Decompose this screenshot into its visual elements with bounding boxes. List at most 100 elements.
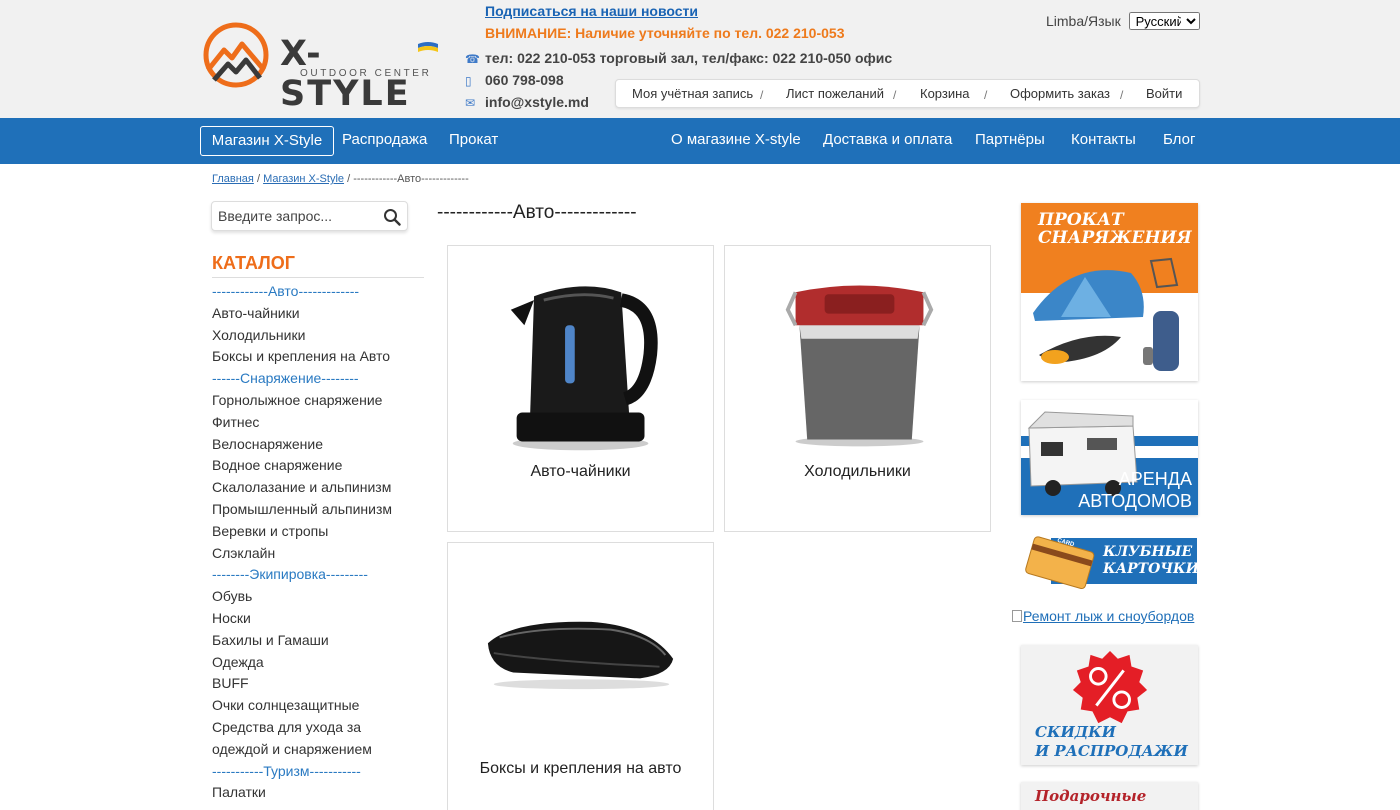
catalog-item[interactable]: Слэклайн xyxy=(212,543,427,565)
mobile-text: 060 798-098 xyxy=(485,72,564,88)
breadcrumb-home[interactable]: Главная xyxy=(212,173,254,185)
motorhome-banner-line: АВТОДОМОВ xyxy=(1078,491,1192,511)
mobile-row: ▯ 060 798-098 xyxy=(465,72,564,88)
catalog-item[interactable]: BUFF xyxy=(212,673,427,695)
main-nav: Магазин X-Style Распродажа Прокат О мага… xyxy=(0,118,1400,164)
ski-repair-link[interactable]: Ремонт лыж и сноубордов xyxy=(1012,608,1194,624)
site-logo[interactable]: X-STYLE OUTDOOR CENTER xyxy=(202,20,442,114)
product-card[interactable]: Боксы и крепления на авто xyxy=(447,542,714,810)
product-name[interactable]: Боксы и крепления на авто xyxy=(448,760,713,778)
motorhome-banner-line: АРЕНДА xyxy=(1118,469,1192,489)
club-cards-line: КАРТОЧКИ xyxy=(1103,561,1200,577)
breadcrumb: Главная / Магазин X-Style / ------------… xyxy=(212,173,469,185)
account-separator: / xyxy=(893,88,897,102)
subscribe-link[interactable]: Подписаться на наши новости xyxy=(485,3,698,19)
catalog-item[interactable]: одеждой и снаряжением xyxy=(212,739,427,761)
cart-link[interactable]: Корзина xyxy=(920,86,970,101)
rental-banner-line: СНАРЯЖЕНИЯ xyxy=(1038,227,1192,248)
catalog-list: ------------Авто------------- Авто-чайник… xyxy=(212,281,427,804)
motorhome-banner-title: АРЕНДА АВТОДОМОВ xyxy=(1078,468,1192,512)
nav-shop[interactable]: Магазин X-Style xyxy=(200,126,334,156)
motorhome-banner[interactable]: АРЕНДА АВТОДОМОВ xyxy=(1021,400,1198,515)
catalog-item[interactable]: Очки солнцезащитные xyxy=(212,695,427,717)
catalog-item[interactable]: Авто-чайники xyxy=(212,303,427,325)
discounts-banner-title: СКИДКИ И РАСПРОДАЖИ xyxy=(1035,723,1188,761)
nav-sale[interactable]: Распродажа xyxy=(342,131,427,148)
nav-partners[interactable]: Партнёры xyxy=(975,131,1045,148)
product-name[interactable]: Холодильники xyxy=(725,463,990,481)
catalog-item[interactable]: Водное снаряжение xyxy=(212,455,427,477)
catalog-item[interactable]: Обувь xyxy=(212,586,427,608)
club-cards-line: КЛУБНЫЕ xyxy=(1103,544,1193,560)
my-account-link[interactable]: Моя учётная запись xyxy=(632,86,753,101)
logo-subtitle: OUTDOOR CENTER xyxy=(300,68,432,79)
nav-blog[interactable]: Блог xyxy=(1163,131,1195,148)
club-cards-banner[interactable]: CARD КЛУБНЫЕ КАРТОЧКИ xyxy=(1021,532,1199,590)
catalog-item[interactable]: Палатки xyxy=(212,782,427,804)
mountain-logo-icon xyxy=(203,22,269,88)
breadcrumb-current: ------------Авто------------- xyxy=(353,173,469,185)
catalog-item[interactable]: Носки xyxy=(212,608,427,630)
product-card[interactable]: Авто-чайники xyxy=(447,245,714,532)
discounts-line: СКИДКИ xyxy=(1035,723,1116,741)
gift-banner-title: Подарочные xyxy=(1035,787,1147,805)
tent-gear-image xyxy=(1033,257,1179,371)
search-icon[interactable] xyxy=(383,208,401,226)
catalog-item[interactable]: Веревки и стропы xyxy=(212,521,427,543)
email-row: ✉ info@xstyle.md xyxy=(465,94,589,110)
catalog-item[interactable]: Фитнес xyxy=(212,412,427,434)
ski-repair-label: Ремонт лыж и сноубордов xyxy=(1023,608,1195,624)
breadcrumb-shop[interactable]: Магазин X-Style xyxy=(263,173,344,185)
breadcrumb-separator: / xyxy=(347,173,351,185)
catalog-item[interactable]: Бахилы и Гамаши xyxy=(212,630,427,652)
search-box xyxy=(211,201,408,231)
broken-image-icon xyxy=(1012,610,1022,622)
catalog-category-header[interactable]: ------------Авто------------- xyxy=(212,281,427,303)
page-title: ------------Авто------------- xyxy=(437,202,637,223)
catalog-item[interactable]: Боксы и крепления на Авто xyxy=(212,346,427,368)
ukraine-flag-icon xyxy=(418,42,438,52)
breadcrumb-separator: / xyxy=(256,173,260,185)
nav-contacts[interactable]: Контакты xyxy=(1071,131,1136,148)
language-select[interactable]: Русский xyxy=(1128,12,1200,30)
rental-banner-title: ПРОКАТ СНАРЯЖЕНИЯ xyxy=(1038,211,1192,248)
login-link[interactable]: Войти xyxy=(1146,86,1182,101)
catalog-divider xyxy=(212,277,424,278)
account-links-bar: Моя учётная запись / Лист пожеланий / Ко… xyxy=(615,79,1200,108)
catalog-item[interactable]: Холодильники xyxy=(212,325,427,347)
catalog-item[interactable]: Одежда xyxy=(212,652,427,674)
catalog-item[interactable]: Средства для ухода за xyxy=(212,717,427,739)
site-header: X-STYLE OUTDOOR CENTER Подписаться на на… xyxy=(0,0,1400,118)
phone-icon: ☎ xyxy=(465,52,480,66)
language-switcher: Limba/Язык Русский xyxy=(1046,12,1200,30)
catalog-item[interactable]: Велоснаряжение xyxy=(212,434,427,456)
catalog-category-header[interactable]: ------Снаряжение-------- xyxy=(212,368,427,390)
catalog-item[interactable]: Скалолазание и альпинизм xyxy=(212,477,427,499)
account-separator: / xyxy=(1120,88,1124,102)
discounts-banner[interactable]: СКИДКИ И РАСПРОДАЖИ xyxy=(1021,645,1198,765)
product-card[interactable]: Холодильники xyxy=(724,245,991,532)
mail-icon: ✉ xyxy=(465,96,476,110)
nav-rental[interactable]: Прокат xyxy=(449,131,498,148)
catalog-category-header[interactable]: --------Экипировка--------- xyxy=(212,564,427,586)
kettle-image xyxy=(510,286,658,451)
catalog-item[interactable]: Горнолыжное снаряжение xyxy=(212,390,427,412)
discounts-line: И РАСПРОДАЖИ xyxy=(1035,742,1188,760)
search-input[interactable] xyxy=(218,208,378,224)
gift-banner[interactable]: Подарочные xyxy=(1021,782,1198,810)
nav-delivery[interactable]: Доставка и оплата xyxy=(823,131,952,148)
nav-about[interactable]: О магазине X-style xyxy=(671,131,801,148)
catalog-category-header[interactable]: -----------Туризм----------- xyxy=(212,761,427,783)
checkout-link[interactable]: Оформить заказ xyxy=(1010,86,1110,101)
catalog-item[interactable]: Промышленный альпинизм xyxy=(212,499,427,521)
club-cards-banner-title: КЛУБНЫЕ КАРТОЧКИ xyxy=(1103,544,1199,578)
cooler-image xyxy=(785,285,934,447)
phone-text: тел: 022 210-053 торговый зал, тел/факс:… xyxy=(485,50,893,66)
rental-banner[interactable]: ПРОКАТ СНАРЯЖЕНИЯ xyxy=(1021,203,1198,381)
product-name[interactable]: Авто-чайники xyxy=(448,463,713,481)
percent-icon xyxy=(1072,650,1148,724)
wishlist-link[interactable]: Лист пожеланий xyxy=(786,86,884,101)
language-label: Limba/Язык xyxy=(1046,13,1121,29)
email-text[interactable]: info@xstyle.md xyxy=(485,94,589,110)
account-separator: / xyxy=(984,88,988,102)
